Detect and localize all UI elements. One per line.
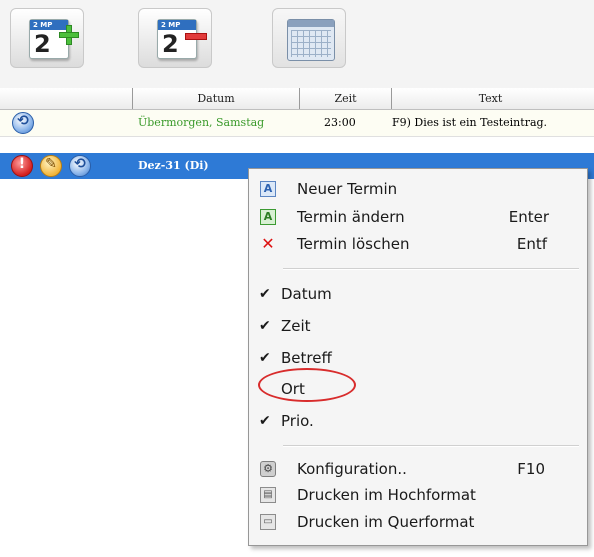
- calendar-page-day: 2: [34, 30, 51, 58]
- checkmark-icon: ✔: [259, 286, 271, 302]
- row-text: F9) Dies ist ein Testeintrag.: [392, 116, 548, 129]
- column-headers: Datum Zeit Text: [0, 88, 594, 110]
- table-row[interactable]: ⟲ Übermorgen, Samstag 23:00 F9) Dies ist…: [0, 110, 594, 137]
- calendar-page-day: 2: [162, 30, 179, 58]
- month-view-button[interactable]: [272, 8, 346, 68]
- calendar-page-month: 2 MP: [158, 20, 196, 30]
- menu-item-column-betreff[interactable]: ✔ Betreff: [249, 346, 587, 370]
- menu-item-shortcut: Entf: [516, 235, 547, 253]
- sync-icon: ⟲: [69, 155, 91, 177]
- delete-icon: ✕: [261, 234, 275, 253]
- menu-item-label: Konfiguration..: [297, 460, 407, 478]
- toolbar: 2 MP 2 2 MP 2: [0, 0, 594, 88]
- menu-item-edit-appointment[interactable]: A Termin ändern Enter: [249, 205, 587, 229]
- row-zeit: 23:00: [324, 116, 356, 129]
- new-appointment-button[interactable]: 2 MP 2: [10, 8, 84, 68]
- menu-item-column-prio[interactable]: ✔ Prio.: [249, 409, 587, 433]
- menu-item-configuration[interactable]: ⚙ Konfiguration.. F10: [249, 457, 587, 481]
- plus-icon: [59, 25, 79, 45]
- settings-icon: ⚙: [260, 461, 276, 477]
- menu-item-label: Prio.: [281, 412, 314, 430]
- menu-separator: [283, 445, 579, 447]
- menu-item-label: Neuer Termin: [297, 180, 398, 198]
- menu-item-shortcut: Enter: [508, 208, 549, 226]
- highlight-circle: [258, 368, 356, 402]
- menu-item-label: Termin ändern: [297, 208, 405, 226]
- delete-appointment-button[interactable]: 2 MP 2: [138, 8, 212, 68]
- menu-item-column-datum[interactable]: ✔ Datum: [249, 282, 587, 306]
- menu-separator: [283, 268, 579, 270]
- menu-item-delete-appointment[interactable]: ✕ Termin löschen Entf: [249, 232, 587, 256]
- calendar-grid-icon: [287, 19, 335, 61]
- new-appointment-icon: A: [260, 181, 276, 197]
- context-menu: A Neuer Termin A Termin ändern Enter ✕ T…: [248, 168, 588, 546]
- menu-item-label: Betreff: [281, 349, 332, 367]
- checkmark-icon: ✔: [259, 413, 271, 429]
- row-datum: Dez-31 (Di): [138, 159, 209, 172]
- print-portrait-icon: ▤: [260, 487, 276, 503]
- menu-item-shortcut: F10: [517, 460, 545, 478]
- minus-icon: [185, 33, 207, 40]
- checkmark-icon: ✔: [259, 318, 271, 334]
- edit-appointment-icon: A: [260, 209, 276, 225]
- menu-item-label: Drucken im Hochformat: [297, 486, 476, 504]
- menu-item-label: Zeit: [281, 317, 311, 335]
- column-header-zeit[interactable]: Zeit: [299, 88, 391, 109]
- column-header-text[interactable]: Text: [391, 88, 589, 109]
- menu-item-label: Termin löschen: [297, 235, 410, 253]
- row-datum: Übermorgen, Samstag: [138, 116, 265, 129]
- print-landscape-icon: ▭: [260, 514, 276, 530]
- sync-icon: ⟲: [12, 112, 34, 134]
- menu-item-new-appointment[interactable]: A Neuer Termin: [249, 177, 587, 201]
- menu-item-label: Drucken im Querformat: [297, 513, 475, 531]
- menu-item-column-zeit[interactable]: ✔ Zeit: [249, 314, 587, 338]
- menu-item-print-portrait[interactable]: ▤ Drucken im Hochformat: [249, 483, 587, 507]
- note-icon: ✎: [40, 155, 62, 177]
- checkmark-icon: ✔: [259, 350, 271, 366]
- menu-item-label: Datum: [281, 285, 332, 303]
- menu-item-print-landscape[interactable]: ▭ Drucken im Querformat: [249, 510, 587, 534]
- column-header-datum[interactable]: Datum: [132, 88, 299, 109]
- alert-icon: !: [11, 155, 33, 177]
